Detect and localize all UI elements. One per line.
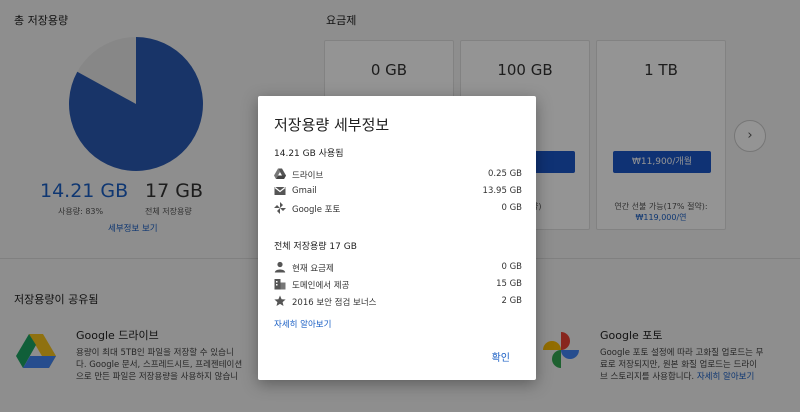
learn-more-link[interactable]: 자세히 알아보기 <box>274 318 331 330</box>
person-icon <box>274 261 286 273</box>
drive-icon <box>274 168 286 179</box>
quota-label: 현재 요금제 <box>292 264 334 274</box>
star-icon <box>274 295 286 306</box>
usage-value: 0 GB <box>501 203 522 213</box>
gmail-icon <box>274 187 286 195</box>
quota-row-domain: 도메인에서 제공 15 GB <box>274 278 522 292</box>
ok-button[interactable]: 확인 <box>492 349 510 364</box>
usage-row-gmail: Gmail 13.95 GB <box>274 185 522 199</box>
quota-value: 15 GB <box>496 279 522 289</box>
usage-value: 0.25 GB <box>487 169 522 179</box>
usage-label: Google 포토 <box>292 205 341 215</box>
used-heading: 14.21 GB 사용됨 <box>274 149 344 159</box>
quota-value: 0 GB <box>501 262 522 272</box>
photos-icon <box>274 202 286 214</box>
quota-label: 2016 보안 점검 보너스 <box>292 298 377 308</box>
quota-row-plan: 현재 요금제 0 GB <box>274 261 522 275</box>
quota-row-bonus: 2016 보안 점검 보너스 2 GB <box>274 295 522 309</box>
storage-details-dialog: 저장용량 세부정보 14.21 GB 사용됨 드라이브 0.25 GB Gmai… <box>258 96 536 380</box>
usage-label: 드라이브 <box>292 171 324 181</box>
quota-label: 도메인에서 제공 <box>292 281 350 291</box>
usage-value: 13.95 GB <box>482 186 522 196</box>
usage-row-photos: Google 포토 0 GB <box>274 202 522 216</box>
domain-icon <box>274 279 286 290</box>
usage-label: Gmail <box>292 186 317 196</box>
usage-row-drive: 드라이브 0.25 GB <box>274 168 522 182</box>
dialog-title: 저장용량 세부정보 <box>274 116 390 134</box>
total-heading: 전체 저장용량 17 GB <box>274 242 357 252</box>
quota-value: 2 GB <box>501 296 522 306</box>
